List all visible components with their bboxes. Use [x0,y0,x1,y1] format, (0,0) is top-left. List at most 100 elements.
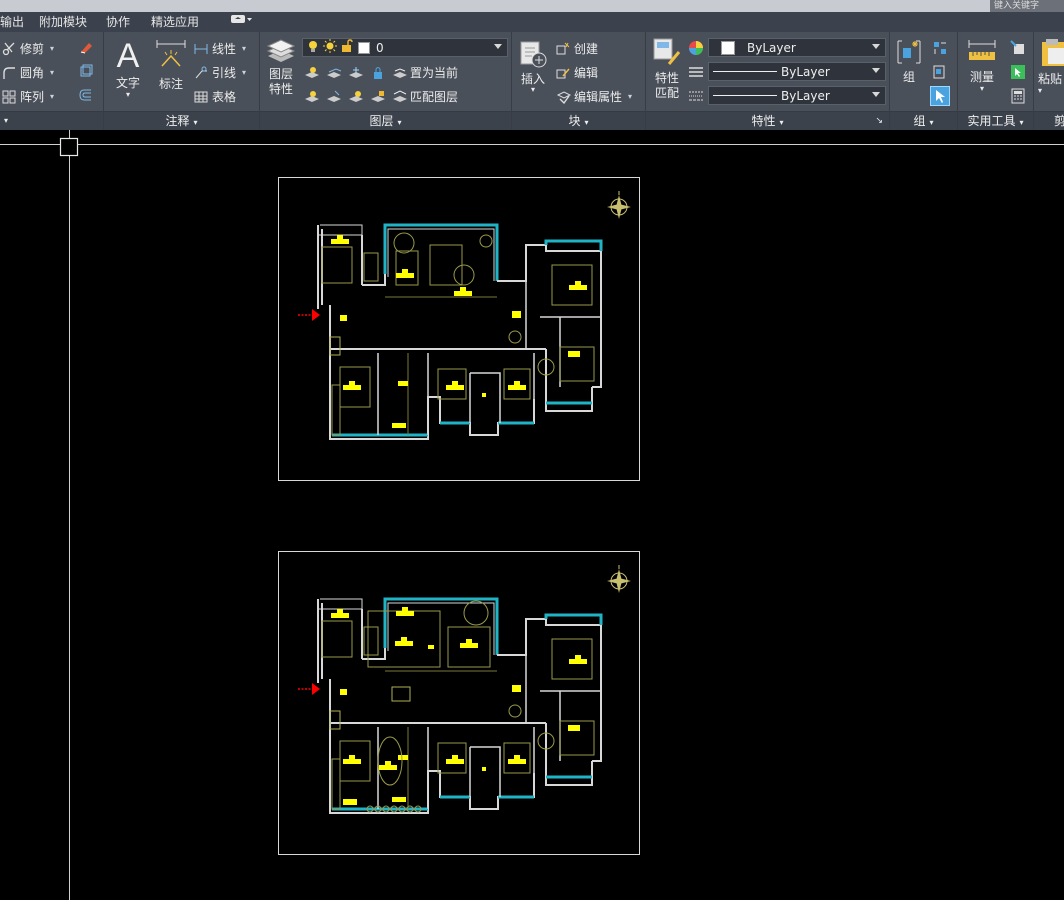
group-selection-icon[interactable] [930,86,950,106]
match-layer-button[interactable]: 匹配图层 [410,88,458,105]
menu-collaborate[interactable]: 协作 [106,12,130,32]
edit-block-button[interactable]: 编辑 [556,64,598,81]
properties-panel-footer[interactable]: 特性 ▾ ↘ [646,111,889,130]
lineweight-dropdown[interactable]: ByLayer [708,86,886,105]
menu-featured-apps[interactable]: 精选应用 [151,12,199,32]
set-current-button[interactable]: 置为当前 [410,64,458,81]
menu-addons[interactable]: 附加模块 [39,12,87,32]
chevron-down-icon[interactable]: ▾ [962,85,1002,93]
groups-panel: 组 组 ▾ [890,32,958,130]
offset-icon[interactable] [78,88,94,102]
chevron-down-icon[interactable]: ▾ [930,118,934,127]
layer-dropdown[interactable]: 0 [302,38,508,57]
dialog-launcher-icon[interactable]: ↘ [875,112,883,130]
linear-dimension-button[interactable]: 线性 ▾ [194,40,246,57]
layer-properties-button[interactable]: 图层 特性 [264,38,298,97]
modify-panel-footer[interactable]: ▾ [0,111,103,130]
chevron-down-icon[interactable]: ▾ [1020,118,1024,127]
match-properties-button[interactable]: 特性 匹配 [650,36,684,101]
layers-panel-footer[interactable]: 图层 ▾ [260,111,511,130]
color-dropdown[interactable]: ByLayer [708,38,886,57]
group-button[interactable]: 组 [894,38,924,85]
lineweight-icon[interactable] [688,89,704,103]
paste-button[interactable]: 粘贴 ▾ [1038,38,1064,95]
insert-button[interactable]: 插入 ▾ [516,36,550,95]
chevron-down-icon[interactable]: ▾ [242,68,246,77]
layers-footer-label: 图层 [369,114,394,128]
chevron-down-icon[interactable]: ▾ [780,118,784,127]
menu-output[interactable]: 输出 [0,12,24,32]
leader-label: 引线 [212,66,237,80]
group-edit-icon[interactable] [932,64,948,79]
chevron-down-icon[interactable]: ▾ [4,112,8,130]
layer-freeze-icon[interactable] [348,66,363,80]
measure-label: 测量 [969,70,994,84]
chevron-down-icon[interactable]: ▾ [585,118,589,127]
model-space[interactable] [0,130,1064,900]
edit-attributes-button[interactable]: 编辑属性 ▾ [556,88,632,105]
cloud-icon[interactable] [230,12,252,32]
text-button[interactable]: A 文字 ▾ [110,38,146,99]
group-icon [895,40,923,69]
id-point-icon[interactable] [1010,40,1026,54]
chevron-down-icon[interactable]: ▾ [1038,87,1064,95]
annotation-panel-footer[interactable]: 注释 ▾ [104,111,259,130]
chevron-down-icon[interactable]: ▾ [242,44,246,53]
insert-block-icon [517,41,549,73]
menu-bar: 输出 附加模块 协作 精选应用 [0,12,1064,32]
erase-icon[interactable] [78,40,94,54]
block-panel-footer[interactable]: 块 ▾ [512,111,645,130]
chevron-down-icon[interactable]: ▾ [110,91,146,99]
edit-block-icon [556,66,570,80]
chevron-down-icon[interactable]: ▾ [194,118,198,127]
calculator-icon[interactable] [1010,88,1026,104]
layer-isolate-icon[interactable] [326,66,342,80]
fillet-button[interactable]: 圆角 ▾ [2,64,54,81]
layer-unlock-icon[interactable] [370,90,385,104]
chevron-down-icon[interactable]: ▾ [398,118,402,127]
ungroup-icon[interactable] [932,40,948,54]
linetype-icon[interactable] [688,65,704,79]
chevron-down-icon[interactable]: ▾ [628,92,632,101]
layer-tools-row-1: 置为当前 [304,64,458,81]
chevron-down-icon[interactable]: ▾ [50,44,54,53]
groups-panel-footer[interactable]: 组 ▾ [890,111,957,130]
chevron-down-icon[interactable]: ▾ [50,68,54,77]
quick-select-icon[interactable] [1010,64,1026,79]
chevron-down-icon[interactable]: ▾ [50,92,54,101]
set-current-icon [392,66,407,80]
clipboard-panel-footer[interactable]: 剪 [1034,111,1064,130]
search-box-fragment[interactable]: 键入关键字 [990,0,1064,12]
layer-on-icon[interactable] [304,90,319,104]
trim-button[interactable]: 修剪 ▾ [2,40,54,57]
drawing-canvas[interactable] [0,130,1064,900]
array-label: 阵列 [20,90,45,104]
dimension-button[interactable]: 标注 [152,38,190,92]
utilities-panel-footer[interactable]: 实用工具 ▾ [958,111,1033,130]
explode-icon[interactable] [78,64,94,78]
array-button[interactable]: 阵列 ▾ [2,88,54,105]
create-block-button[interactable]: 创建 [556,40,598,57]
linear-label: 线性 [212,42,237,56]
leader-button[interactable]: 引线 ▾ [194,64,246,81]
floor-plan-upper[interactable] [278,177,640,481]
floor-plan-lower[interactable] [278,551,640,855]
chevron-down-icon[interactable]: ▾ [516,85,550,95]
layer-unisolate-icon[interactable] [326,90,341,104]
dimension-icon [154,40,188,75]
color-wheel-icon[interactable] [688,40,704,55]
block-panel: 插入 ▾ 创建 编辑 编辑属性 ▾ 块 ▾ [512,32,646,130]
measure-button[interactable]: 测量 ▾ [962,38,1002,93]
layer-thaw-icon[interactable] [348,90,363,104]
dimension-label: 标注 [158,77,183,91]
layer-lock-icon[interactable] [370,66,384,80]
table-button[interactable]: 表格 [194,88,236,105]
layer-off-icon[interactable] [304,66,319,80]
chevron-down-icon[interactable] [872,92,880,97]
chevron-down-icon[interactable] [872,44,880,49]
title-bar-strip: 键入关键字 [0,0,1064,12]
linetype-dropdown[interactable]: ByLayer [708,62,886,81]
layer-tools-row-2: 匹配图层 [304,88,458,105]
chevron-down-icon[interactable] [494,44,502,49]
chevron-down-icon[interactable] [872,68,880,73]
